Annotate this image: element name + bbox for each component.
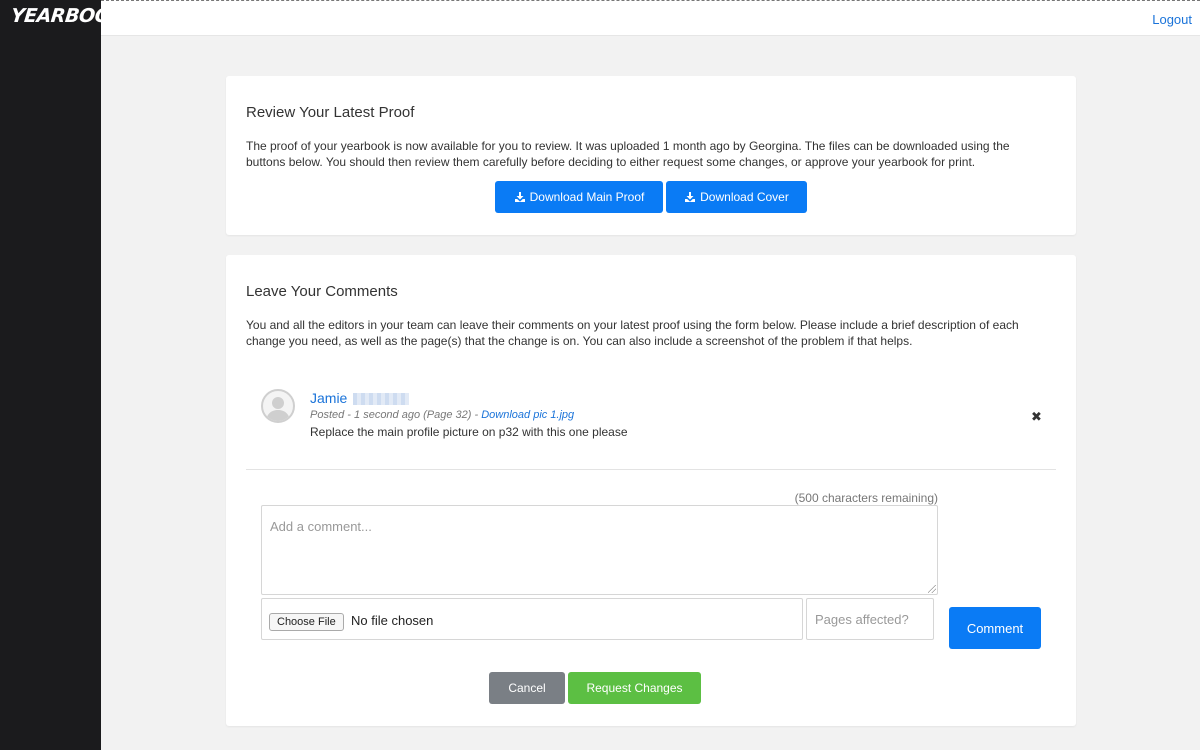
comment-item: Jamie Posted - 1 second ago (Page 32) - … [261, 387, 1042, 447]
comment-meta-text: Posted - 1 second ago (Page 32) - [310, 409, 482, 421]
download-main-proof-label: Download Main Proof [529, 190, 645, 204]
sidebar: YEARBOOK [0, 0, 126, 750]
review-proof-description: The proof of your yearbook is now availa… [246, 139, 1010, 169]
comments-description: You and all the editors in your team can… [246, 318, 1019, 348]
resize-handle-icon[interactable] [928, 585, 936, 593]
logout-link[interactable]: Logout [1152, 12, 1192, 27]
choose-file-button[interactable]: Choose File [269, 613, 344, 631]
request-changes-button[interactable]: Request Changes [568, 672, 701, 704]
comments-title: Leave Your Comments [246, 283, 398, 300]
redacted-surname [353, 393, 409, 405]
cancel-button[interactable]: Cancel [489, 672, 565, 704]
top-bar: Logout [101, 0, 1200, 36]
review-proof-title: Review Your Latest Proof [246, 104, 415, 121]
comment-body: Replace the main profile picture on p32 … [310, 425, 628, 439]
comment-button[interactable]: Comment [949, 607, 1041, 649]
no-file-text: No file chosen [351, 613, 434, 628]
comment-meta: Posted - 1 second ago (Page 32) - Downlo… [310, 409, 574, 421]
close-icon[interactable]: ✖ [1031, 409, 1042, 425]
review-proof-card: Review Your Latest Proof The proof of yo… [226, 76, 1076, 235]
download-icon [685, 192, 696, 202]
download-main-proof-button[interactable]: Download Main Proof [495, 181, 663, 213]
comment-author[interactable]: Jamie [310, 390, 347, 406]
comments-card: Leave Your Comments You and all the edit… [226, 255, 1076, 726]
divider [246, 469, 1056, 470]
comment-attachment-link[interactable]: Download pic 1.jpg [481, 409, 574, 421]
chars-remaining: (500 characters remaining) [794, 491, 938, 505]
download-cover-button[interactable]: Download Cover [666, 181, 807, 213]
pages-affected-input[interactable] [806, 598, 934, 640]
comment-input[interactable] [261, 505, 938, 595]
download-cover-label: Download Cover [700, 190, 789, 204]
file-upload-field: Choose File No file chosen [261, 598, 803, 640]
user-avatar-icon [261, 389, 295, 423]
download-icon [514, 192, 525, 202]
